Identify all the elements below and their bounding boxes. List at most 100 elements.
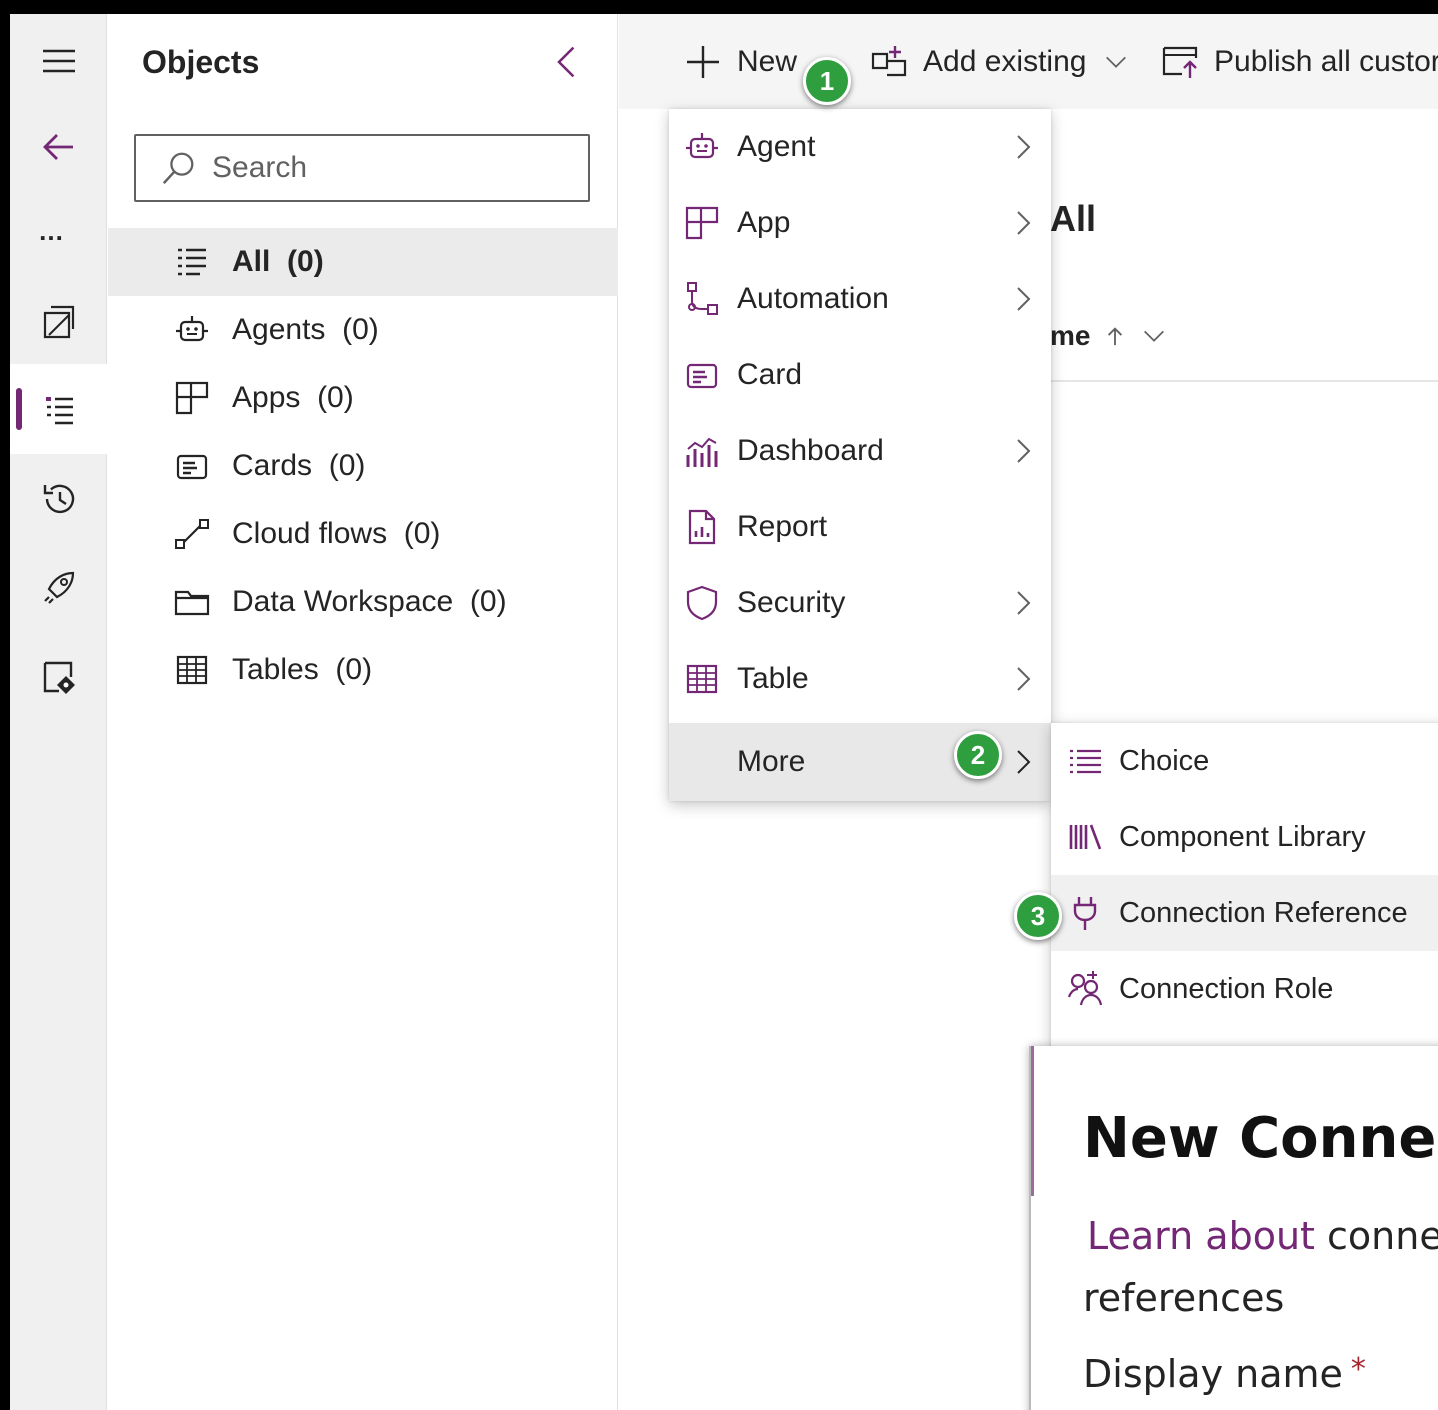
card-icon [176, 454, 208, 480]
objects-list: All (0) Agents (0) Apps (0) Cards (0) Cl… [108, 228, 618, 704]
menu-item-agent[interactable]: Agent [669, 109, 1051, 185]
column-header-label: me [1050, 320, 1091, 351]
publish-all-label: Publish all custor [1214, 44, 1438, 78]
more-button[interactable]: ... [10, 194, 107, 284]
menu-item-label: Dashboard [737, 434, 884, 467]
menu-item-card[interactable]: Card [669, 337, 1051, 413]
search-box[interactable] [134, 134, 590, 202]
submenu-item-label: Component Library [1119, 820, 1366, 853]
solution-button[interactable] [10, 276, 107, 366]
plug-icon [1073, 897, 1097, 930]
header-divider [1050, 380, 1438, 382]
learn-about-link[interactable]: Learn about [1087, 1214, 1315, 1258]
menu-item-security[interactable]: Security [669, 565, 1051, 641]
step-badge-3: 3 [1014, 892, 1062, 940]
objects-item-count: (0) [469, 585, 507, 618]
objects-pane: Objects All (0) Agents (0) Apps (0) [108, 14, 618, 1410]
back-button[interactable] [10, 102, 107, 192]
objects-item-count: (0) [328, 449, 366, 482]
source-control-button[interactable] [10, 632, 107, 722]
more-icon: ... [39, 215, 64, 246]
command-bar: New Add existing Publish all custor [619, 14, 1438, 109]
list-icon [178, 248, 206, 276]
objects-item-data-workspace[interactable]: Data Workspace (0) [108, 568, 618, 636]
submenu-item-label: Connection Reference [1119, 896, 1408, 929]
left-rail: ... [10, 14, 107, 1410]
submenu-item-connection-role[interactable]: Connection Role [1051, 951, 1438, 1027]
display-name-text: Display name [1083, 1352, 1343, 1396]
app-frame: ... Objects All (0) [10, 14, 1438, 1410]
objects-item-agents[interactable]: Agents (0) [108, 296, 618, 364]
step-badge-2: 2 [954, 731, 1002, 779]
menu-item-app[interactable]: App [669, 185, 1051, 261]
objects-item-label: All [232, 245, 271, 278]
objects-item-apps[interactable]: Apps (0) [108, 364, 618, 432]
back-arrow-icon [42, 134, 73, 160]
deploy-button[interactable] [10, 542, 107, 632]
chevron-right-icon [1017, 591, 1031, 615]
menu-item-label: Report [737, 510, 828, 543]
app-icon [175, 381, 209, 415]
menu-item-report[interactable]: Report [669, 489, 1051, 565]
chevron-right-icon [1017, 667, 1031, 691]
chevron-right-icon [1017, 439, 1031, 463]
history-button[interactable] [10, 454, 107, 544]
submenu-item-connection-reference[interactable]: Connection Reference [1051, 875, 1438, 951]
menu-item-automation[interactable]: Automation [669, 261, 1051, 337]
menu-item-label: More [737, 745, 806, 778]
library-icon [1069, 824, 1102, 850]
plus-icon [687, 45, 719, 78]
objects-item-all[interactable]: All (0) [108, 228, 618, 296]
submenu-item-choice[interactable]: Choice [1051, 723, 1438, 799]
report-icon [688, 509, 716, 545]
automation-icon [687, 282, 718, 315]
new-menu: Agent App Automation Card Dashboard Repo… [669, 109, 1051, 801]
menu-item-label: Security [737, 586, 846, 619]
dialog-accent-bar [1031, 1046, 1034, 1196]
objects-icon [45, 397, 73, 425]
required-mark: * [1350, 1352, 1366, 1387]
chevron-left-icon [557, 46, 575, 78]
hamburger-button[interactable] [10, 16, 107, 106]
publish-all-button[interactable]: Publish all custor [1162, 14, 1438, 109]
new-button[interactable]: New [685, 14, 797, 109]
column-header-name[interactable]: me [1050, 320, 1168, 352]
search-input[interactable] [212, 151, 572, 185]
new-button-label: New [737, 44, 798, 78]
history-icon [43, 484, 74, 514]
objects-item-cards[interactable]: Cards (0) [108, 432, 618, 500]
objects-item-label: Data Workspace [232, 585, 454, 618]
agent-icon [176, 316, 208, 342]
objects-item-cloud-flows[interactable]: Cloud flows (0) [108, 500, 618, 568]
menu-item-label: Agent [737, 130, 816, 163]
shield-icon [686, 585, 718, 621]
publish-icon [1162, 46, 1198, 78]
pane-title: Objects [142, 44, 260, 80]
menu-item-label: Card [737, 358, 803, 391]
sort-ascending-icon [1108, 327, 1123, 346]
chevron-down-icon [1106, 56, 1127, 68]
app-icon [685, 206, 719, 240]
page-title: All [1050, 198, 1097, 239]
search-icon [162, 152, 194, 185]
dialog-description-line2: references [1083, 1276, 1285, 1320]
table-icon [176, 655, 208, 685]
objects-item-count: (0) [342, 313, 379, 346]
objects-item-label: Cards [232, 449, 313, 482]
objects-item-tables[interactable]: Tables (0) [108, 636, 618, 704]
dialog-description: Learn about conne [1087, 1214, 1438, 1258]
menu-item-table[interactable]: Table [669, 641, 1051, 717]
chevron-right-icon [1017, 287, 1031, 311]
dialog-title: New Connec [1083, 1106, 1438, 1171]
deploy-icon [43, 571, 74, 604]
menu-item-label: App [737, 206, 791, 239]
submenu-item-component-library[interactable]: Component Library [1051, 799, 1438, 875]
collapse-pane-button[interactable] [548, 42, 588, 82]
new-connection-reference-dialog: New Connec Learn about conne references … [1029, 1046, 1438, 1410]
people-icon [1067, 971, 1103, 1006]
menu-item-dashboard[interactable]: Dashboard [669, 413, 1051, 489]
card-icon [686, 363, 718, 389]
objects-item-count: (0) [403, 517, 441, 550]
objects-button[interactable] [10, 364, 107, 454]
add-existing-button[interactable]: Add existing [871, 14, 1130, 109]
